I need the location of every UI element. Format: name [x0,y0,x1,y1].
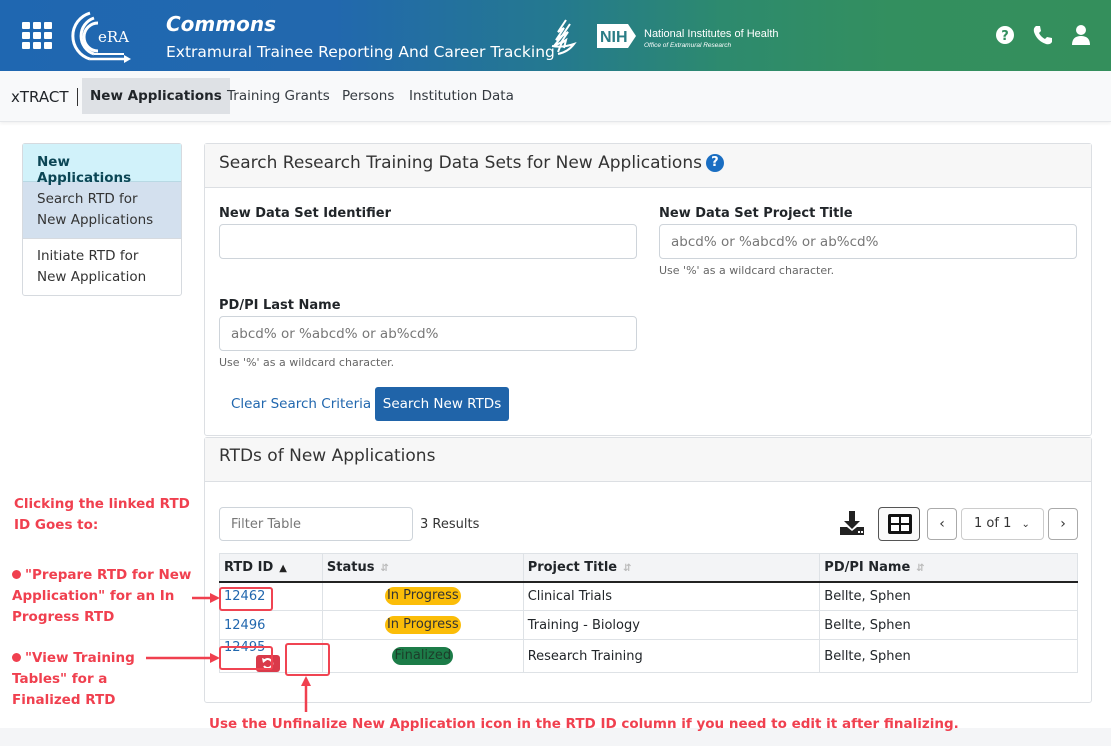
nav-new-applications[interactable]: New Applications [82,78,230,114]
project-title-input[interactable] [659,224,1077,259]
era-logo[interactable]: eRA [68,9,132,63]
help-icon[interactable]: ? [705,154,724,172]
next-page-button[interactable]: › [1048,508,1078,540]
prev-page-button[interactable]: ‹ [927,508,957,540]
nav-brand[interactable]: xTRACT [11,88,78,106]
bullet-dot [12,570,21,579]
table-row: 12496 In Progress Training - Biology Bel… [219,610,1078,640]
pi-name-cell: Bellte, Sphen [819,610,1078,640]
search-new-rtds-button[interactable]: Search New RTDs [375,387,509,421]
search-panel: Search Research Training Data Sets for N… [204,143,1092,436]
sort-asc-icon: ▲ [279,562,287,574]
sidebar: New Applications Search RTD for New Appl… [22,143,182,296]
svg-text:NIH: NIH [600,29,628,46]
table-row: 12495 Finalized Research Training Bellte… [219,639,1078,673]
nav-institution-data[interactable]: Institution Data [401,78,522,114]
filter-table-input[interactable] [219,507,413,541]
user-icon[interactable] [1070,24,1092,46]
app-name: Commons [166,12,276,36]
sort-icon: ⇵ [380,562,389,574]
table-header-row: RTD ID ▲ Status ⇵ Project Title ⇵ PD/PI Nam… [219,553,1078,583]
app-header: eRA Commons Extramural Trainee Reporting… [0,0,1111,71]
arrow-right-icon [146,653,220,663]
results-panel-title: RTDs of New Applications [219,446,436,466]
nih-logo: NIH [597,24,636,48]
pi-name-cell: Bellte, Sphen [819,639,1078,673]
svg-text:eRA: eRA [98,28,129,46]
highlight-box-12495 [219,646,273,670]
identifier-label: New Data Set Identifier [219,206,391,221]
nav-persons[interactable]: Persons [334,78,402,114]
app-subtitle: Extramural Trainee Reporting And Career … [166,43,555,61]
search-panel-header: Search Research Training Data Sets for N… [205,144,1091,188]
col-pi-name[interactable]: PD/PI Name ⇵ [819,553,1078,583]
hhs-eagle-logo [551,19,577,55]
pi-last-name-help: Use '%' as a wildcard character. [219,356,395,369]
page-select[interactable]: 1 of 1 ⌄ [961,508,1044,540]
sidebar-item-initiate-rtd[interactable]: Initiate RTD for New Application [23,239,181,295]
results-panel: RTDs of New Applications 3 Results ‹ 1 o… [204,437,1092,703]
apps-grid-icon[interactable] [22,22,52,49]
page-select-value: 1 of 1 [974,516,1012,531]
results-panel-header: RTDs of New Applications [205,438,1091,482]
results-count: 3 Results [420,517,480,532]
project-title-cell: Training - Biology [522,610,821,640]
highlight-box-12462 [219,587,273,611]
identifier-input[interactable] [219,224,637,259]
arrow-right-icon [192,593,220,603]
download-icon[interactable] [839,510,865,536]
status-badge: In Progress [384,616,461,634]
sort-icon: ⇵ [623,562,632,574]
highlight-box-unfinalize [285,643,330,676]
sort-icon: ⇵ [916,562,925,574]
col-status[interactable]: Status ⇵ [321,553,524,583]
svg-text:?: ? [1001,29,1009,44]
annotation-bullet-prepare: "Prepare RTD for New Application" for an… [12,567,192,625]
main-nav: xTRACT New Applications Training Grants … [0,71,1111,122]
bullet-dot [12,653,21,662]
status-badge: Finalized [392,647,454,665]
phone-icon[interactable] [1032,24,1054,46]
pi-last-name-input[interactable] [219,316,637,351]
table-row: 12462 In Progress Clinical Trials Bellte… [219,581,1078,611]
clear-search-button[interactable]: Clear Search Criteria [231,396,371,412]
nih-name: National Institutes of Health [644,28,779,40]
project-title-cell: Clinical Trials [522,581,821,611]
project-title-help: Use '%' as a wildcard character. [659,264,835,277]
annotation-intro: Clicking the linked RTD ID Goes to: [14,496,190,533]
rtd-table: RTD ID ▲ Status ⇵ Project Title ⇵ PD/PI Nam… [219,553,1078,673]
nav-training-grants[interactable]: Training Grants [219,78,338,114]
project-title-label: New Data Set Project Title [659,206,853,221]
col-project-title[interactable]: Project Title ⇵ [522,553,821,583]
sidebar-item-search-rtd[interactable]: Search RTD for New Applications [23,182,181,239]
chevron-down-icon: ⌄ [1021,519,1030,530]
annotation-bottom: Use the Unfinalize New Application icon … [209,716,959,732]
search-panel-title: Search Research Training Data Sets for N… [219,153,702,173]
arrow-up-icon [301,676,311,712]
pi-last-name-label: PD/PI Last Name [219,298,341,313]
rtd-id-link[interactable]: 12496 [224,618,265,633]
col-rtd-id[interactable]: RTD ID ▲ [219,553,323,583]
status-badge: In Progress [384,587,461,606]
sidebar-heading: New Applications [23,144,181,186]
nih-office: Office of Extramural Research [644,42,732,49]
help-icon[interactable]: ? [994,24,1016,46]
pi-name-cell: Bellte, Sphen [819,581,1078,611]
annotation-bullet-view: "View Training Tables" for a Finalized R… [12,650,135,708]
project-title-cell: Research Training [522,639,821,673]
table-grid-icon [888,514,912,534]
column-layout-button[interactable] [878,507,920,541]
